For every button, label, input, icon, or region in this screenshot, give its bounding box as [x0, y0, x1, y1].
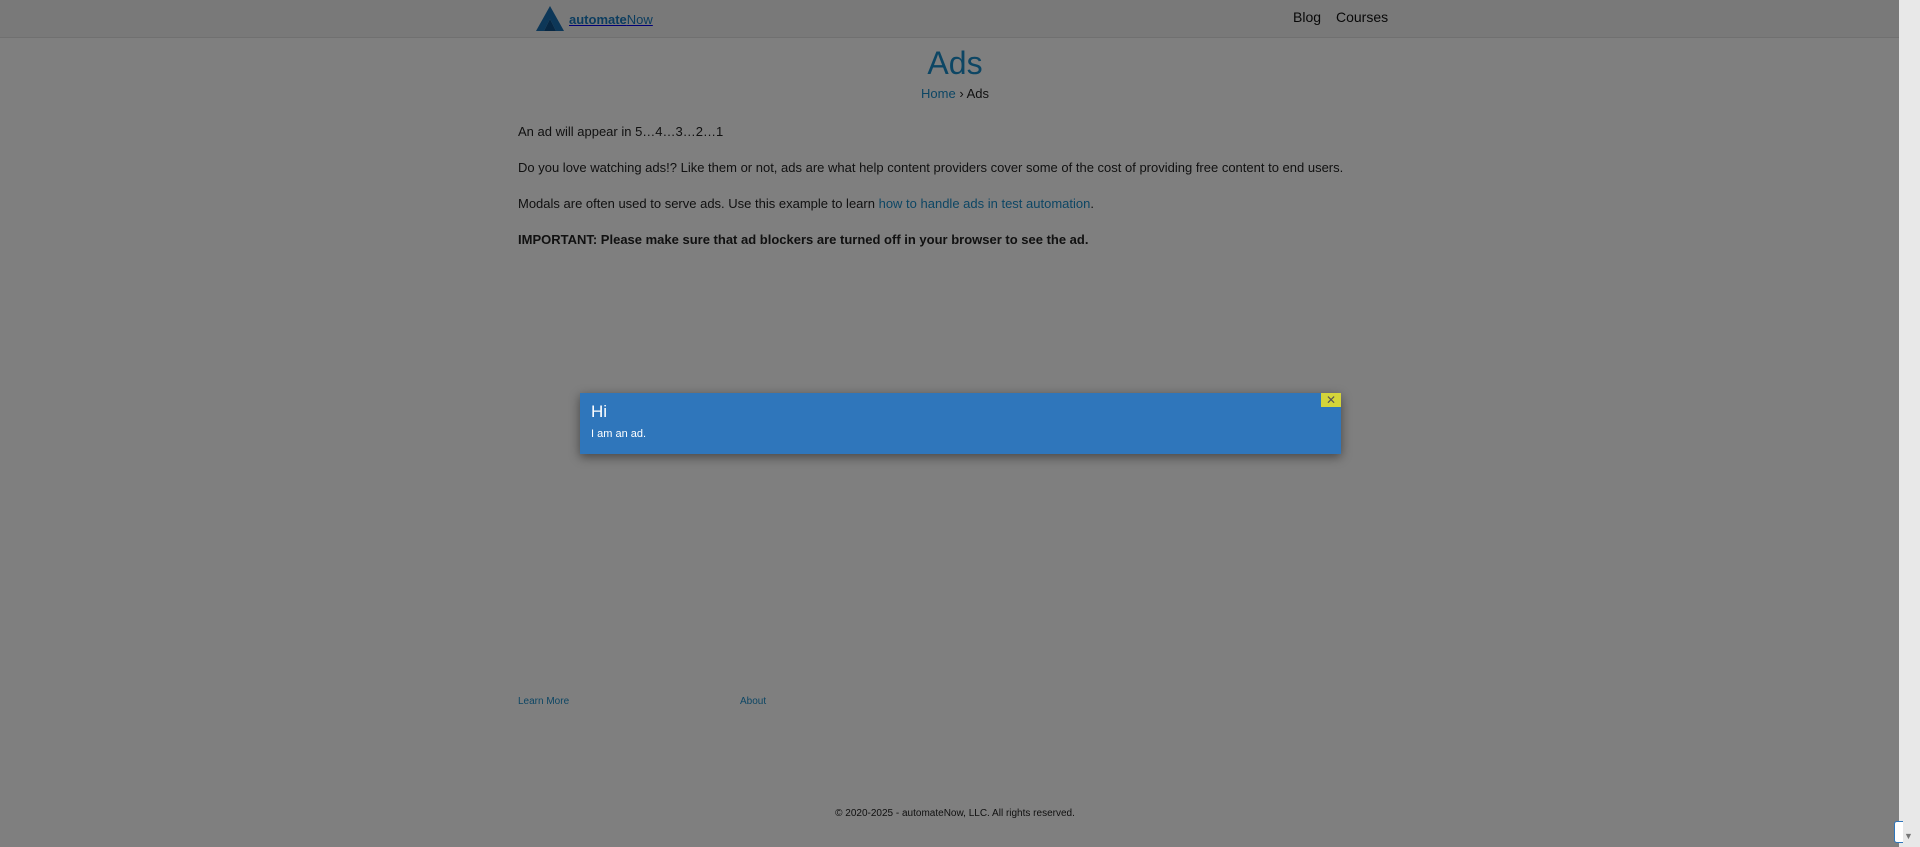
- ad-modal: Hi I am an ad. ✕: [580, 393, 1341, 454]
- floating-widget-edge[interactable]: [1894, 821, 1903, 843]
- ad-body-text: I am an ad.: [591, 428, 647, 440]
- scroll-down-arrow-icon[interactable]: ▼: [1904, 831, 1913, 841]
- close-icon[interactable]: ✕: [1321, 393, 1341, 407]
- ad-title: Hi: [591, 402, 608, 421]
- page-scrollbar[interactable]: [1899, 0, 1920, 847]
